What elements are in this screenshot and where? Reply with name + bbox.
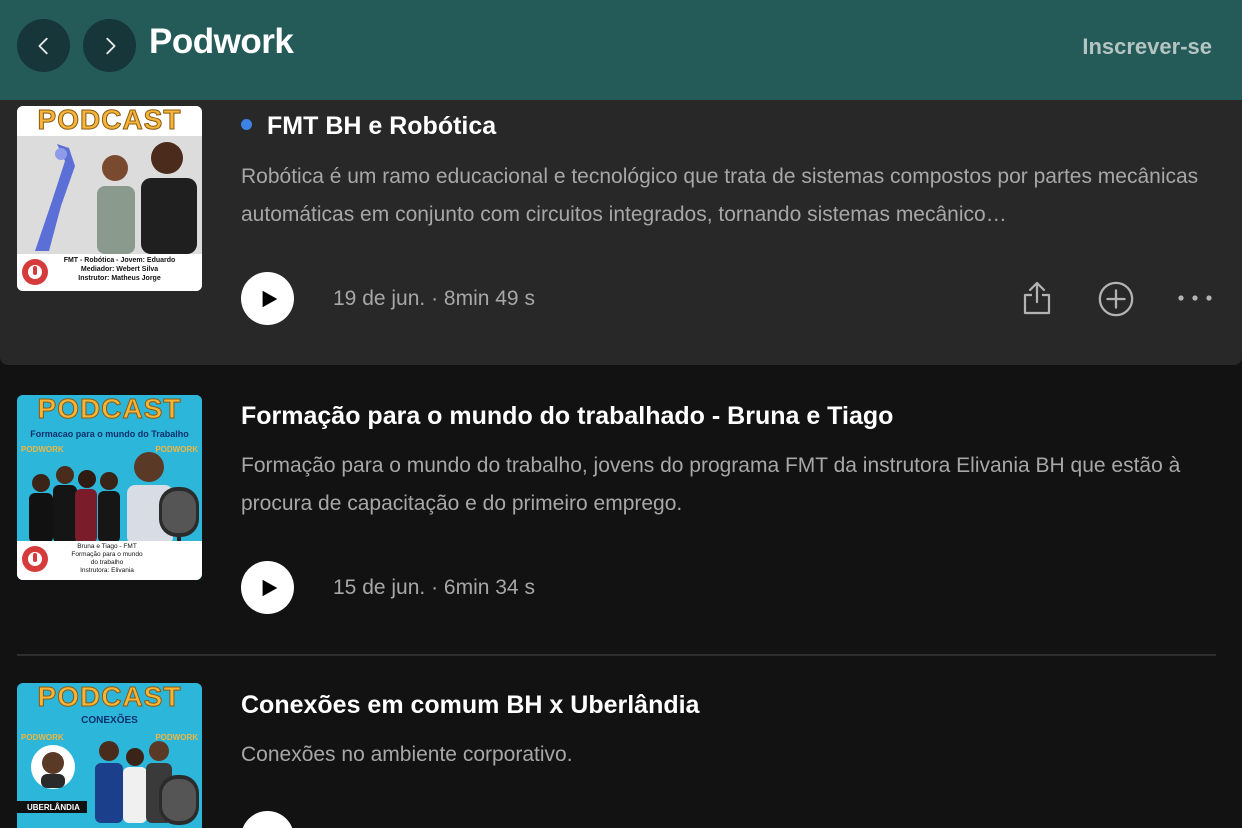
play-button[interactable] bbox=[241, 561, 294, 614]
cover-label: PODCAST bbox=[37, 683, 182, 713]
episode-description: Robótica é um ramo educacional e tecnoló… bbox=[241, 165, 1199, 226]
cover-caption: UBERLÂNDIA bbox=[27, 803, 80, 812]
cover-tag: PODWORK bbox=[21, 445, 64, 454]
subscribe-button[interactable]: Inscrever-se bbox=[1082, 34, 1212, 60]
episode-row[interactable]: PODCAST CONEXÕES PODWORK PODWORK UBERLÂN… bbox=[0, 656, 1242, 828]
play-button[interactable] bbox=[241, 811, 294, 828]
episode-cover: PODCAST Formacao para o mundo do Trabalh… bbox=[17, 395, 202, 580]
chevron-left-icon bbox=[38, 37, 48, 54]
episode-description: Formação para o mundo do trabalho, joven… bbox=[241, 454, 1181, 515]
episode-title[interactable]: Formação para o mundo do trabalhado - Br… bbox=[241, 402, 893, 431]
episode-row[interactable]: PODCAST Formacao para o mundo do Trabalh… bbox=[0, 365, 1242, 655]
episode-meta: 19 de jun. · 8min 49 s bbox=[333, 287, 535, 310]
episode-meta: 15 de jun. · 6min 34 s bbox=[333, 576, 535, 599]
share-button[interactable] bbox=[1018, 278, 1056, 318]
cover-label: PODCAST bbox=[37, 106, 182, 136]
cover-subtitle: Formacao para o mundo do Trabalho bbox=[30, 429, 189, 439]
play-button[interactable] bbox=[241, 272, 294, 325]
episode-title[interactable]: FMT BH e Robótica bbox=[241, 112, 496, 141]
episode-description: Conexões no ambiente corporativo. bbox=[241, 743, 573, 766]
play-icon bbox=[262, 290, 278, 307]
page-title: Podwork bbox=[149, 22, 294, 61]
episode-title-text: FMT BH e Robótica bbox=[267, 112, 497, 140]
cover-caption: Bruna e Tiago - FMT Formação para o mund… bbox=[71, 543, 143, 574]
top-bar: Podwork Inscrever-se bbox=[0, 0, 1242, 100]
episode-cover: PODCAST CONEXÕES PODWORK PODWORK UBERLÂN… bbox=[17, 683, 202, 828]
play-icon bbox=[262, 579, 278, 596]
more-options-button[interactable] bbox=[1177, 288, 1213, 308]
add-to-library-button[interactable] bbox=[1096, 279, 1136, 319]
share-icon bbox=[1023, 281, 1051, 315]
cover-subtitle: CONEXÕES bbox=[81, 715, 138, 726]
episode-cover: PODCAST FMT - Robótica - Jovem: Eduardo … bbox=[17, 106, 202, 291]
cover-tag: PODWORK bbox=[155, 733, 198, 742]
chevron-right-icon bbox=[105, 37, 115, 54]
back-button[interactable] bbox=[17, 19, 70, 72]
cover-caption: FMT - Robótica - Jovem: Eduardo Mediador… bbox=[63, 257, 176, 282]
unplayed-dot bbox=[241, 118, 252, 130]
episode-title[interactable]: Conexões em comum BH x Uberlândia bbox=[241, 691, 699, 720]
forward-button[interactable] bbox=[83, 19, 136, 72]
cover-tag: PODWORK bbox=[155, 445, 198, 454]
plus-circle-icon bbox=[1098, 281, 1134, 317]
more-horizontal-icon bbox=[1178, 295, 1212, 301]
cover-label: PODCAST bbox=[37, 395, 182, 425]
cover-tag: PODWORK bbox=[21, 733, 64, 742]
